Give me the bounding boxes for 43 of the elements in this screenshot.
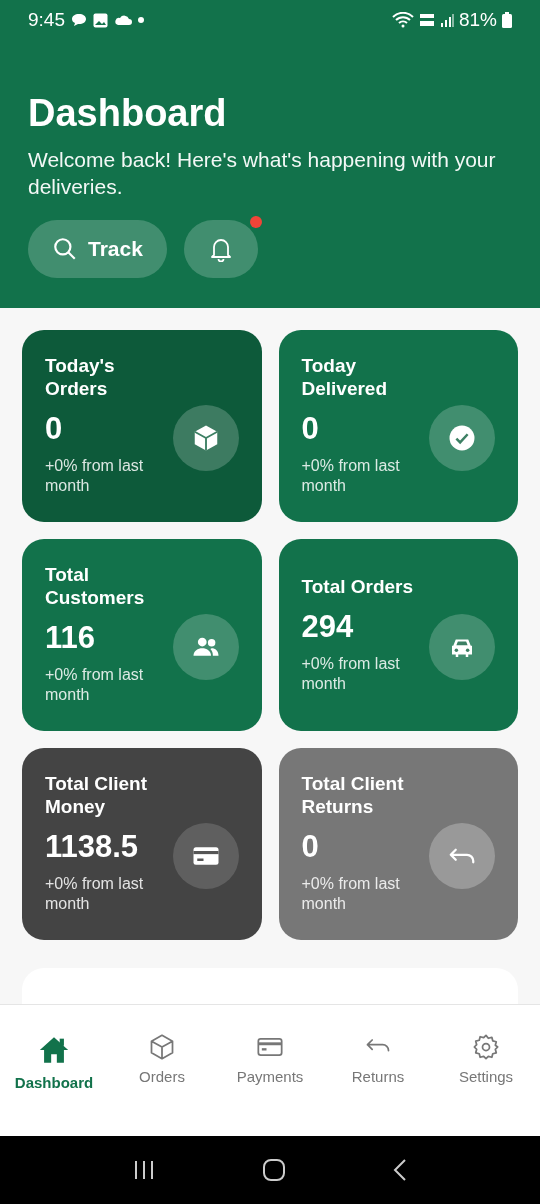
track-button[interactable]: Track (28, 220, 167, 278)
settings-icon (472, 1033, 500, 1061)
nav-tab[interactable]: Orders (112, 1033, 212, 1136)
stat-title: Total Client Money (45, 772, 149, 818)
page-title: Dashboard (28, 91, 228, 136)
nav-tab[interactable]: Dashboard (4, 1033, 104, 1136)
search-icon (52, 236, 78, 262)
nav-tab[interactable]: Returns (328, 1033, 428, 1136)
stat-value: 294 (301, 607, 355, 646)
stat-value: 0 (301, 410, 320, 448)
stat-change: +0% from last month (301, 456, 401, 496)
image-icon (93, 12, 108, 28)
recent-apps-icon[interactable] (133, 1160, 156, 1180)
nav-tab[interactable]: Payments (220, 1033, 320, 1136)
signal-icon (439, 13, 454, 27)
check-circle-icon (447, 423, 477, 453)
stat-title: Today Delivered (301, 354, 389, 400)
stat-title: Total Orders (301, 574, 415, 598)
welcome-text: Welcome back! Here's what's happening with your deliveries. (28, 147, 497, 200)
home-button-icon[interactable] (262, 1158, 286, 1182)
status-time: 9:45 (28, 7, 65, 32)
stat-value: 0 (45, 410, 64, 448)
dot-icon (138, 17, 144, 23)
stat-title: Total Customers (45, 563, 146, 609)
nav-tab[interactable]: Settings (436, 1033, 536, 1136)
cloud-icon (114, 14, 132, 26)
box-icon (148, 1033, 176, 1061)
bell-icon (208, 236, 233, 262)
stat-change: +0% from last month (45, 665, 145, 705)
chat-icon (71, 13, 87, 27)
stat-title: Today's Orders (45, 354, 116, 400)
wifi-icon (391, 12, 414, 28)
back-icon[interactable] (392, 1158, 407, 1182)
battery-percent: 81% (458, 7, 497, 32)
stat-value: 1138.5 (45, 828, 140, 866)
battery-icon (502, 12, 512, 28)
stat-value: 116 (45, 619, 96, 657)
stat-change: +0% from last month (45, 874, 145, 914)
stat-change: +0% from last month (301, 653, 401, 694)
stat-title: Total Client Returns (301, 772, 405, 818)
stat-value: 0 (301, 828, 320, 866)
stat-change: +0% from last month (45, 456, 145, 496)
stat-change: +0% from last month (301, 874, 401, 914)
